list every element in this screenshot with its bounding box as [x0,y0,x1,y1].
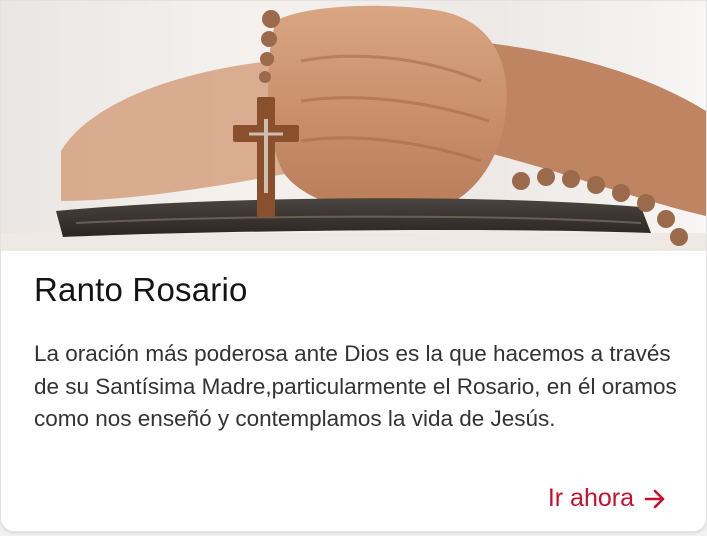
arrow-right-icon [644,489,666,509]
rosary-card: Ranto Rosario La oración más poderosa an… [0,0,707,532]
hero-image [1,1,706,251]
go-now-link[interactable]: Ir ahora [548,484,666,513]
go-now-label: Ir ahora [547,484,634,512]
card-description: La oración más poderosa ante Dios es la … [34,341,677,431]
card-title: Ranto Rosario [34,271,248,308]
